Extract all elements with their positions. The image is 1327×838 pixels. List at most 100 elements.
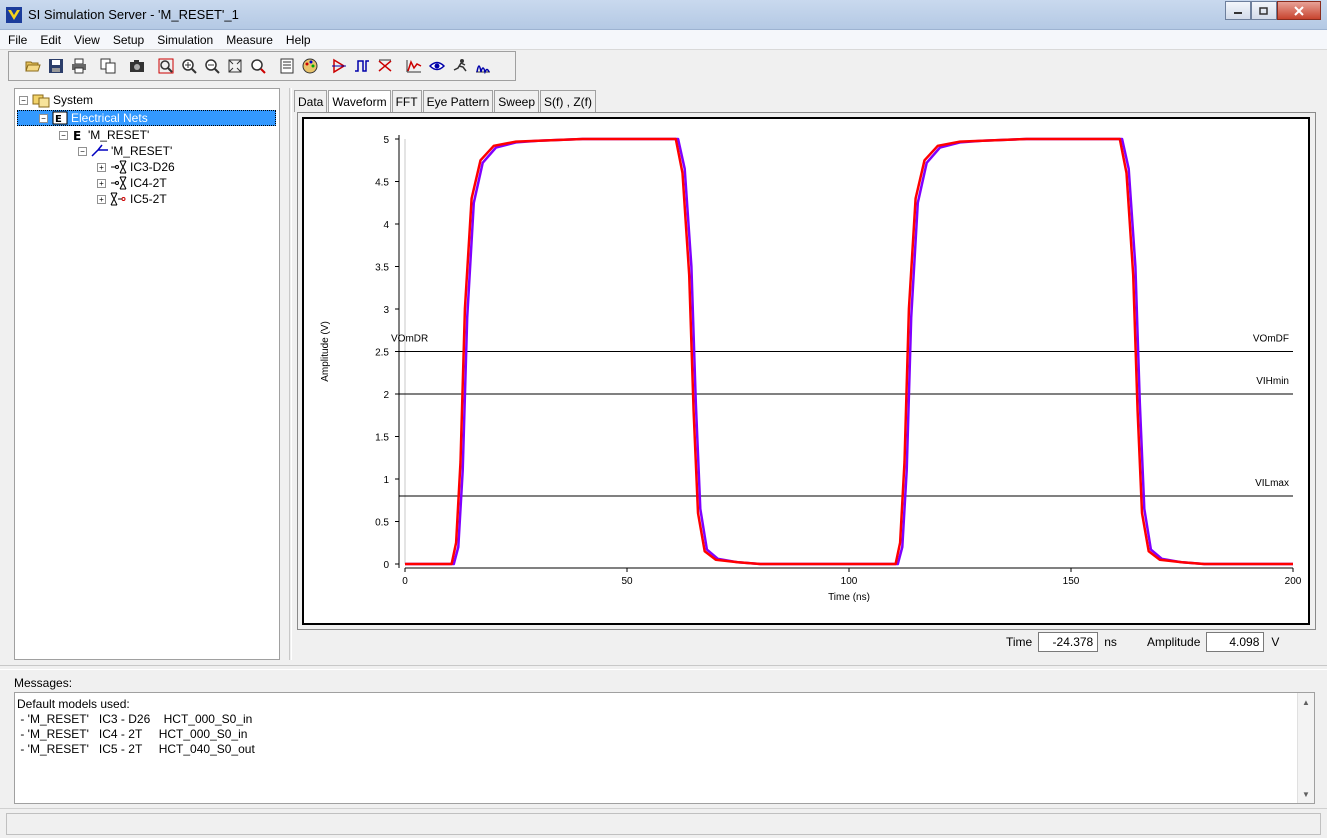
waveform-chart[interactable]: 00.511.522.533.544.550 50 100 150 200Time (n… [304,119,1308,623]
zoom-extents-button[interactable] [223,55,246,77]
zoom-fit-icon [158,58,173,74]
tab-waveform[interactable]: Waveform [328,90,391,112]
expand-icon[interactable]: + [97,178,106,188]
time-readout: Time -24.378 ns [1006,631,1117,653]
scroll-down-icon[interactable]: ▼ [1298,786,1314,802]
electrical-net-icon: E [52,111,68,125]
y-tick-label: 4 [383,220,389,231]
title-bar: SI Simulation Server - 'M_RESET'_1 [0,0,1327,30]
tab-fft[interactable]: FFT [391,90,422,112]
menu-simulation[interactable]: Simulation [157,33,213,47]
net-icon: E [73,129,81,142]
message-line: - 'M_RESET' IC3 - D26 HCT_000_S0_in [17,712,253,726]
close-button[interactable] [1277,1,1321,20]
crosstalk-button[interactable] [373,55,396,77]
horizontal-splitter[interactable] [0,665,1327,670]
signal-button[interactable] [402,55,425,77]
y-tick-label: 3.5 [375,263,389,274]
menu-file[interactable]: File [8,33,27,47]
spectrum-button[interactable] [471,55,494,77]
view-tabs: Data Waveform FFT Eye Pattern Sweep S(f)… [294,90,597,112]
y-tick-label: 2 [383,390,389,401]
tree-item-ic5-2t[interactable]: + IC5-2T [97,191,167,207]
tree-item-ic4-2t[interactable]: + IC4-2T [97,175,167,191]
amplitude-value-field[interactable]: 4.098 [1206,632,1265,652]
time-value-field[interactable]: -24.378 [1038,632,1099,652]
message-line: Default models used: [17,697,130,711]
scroll-up-icon[interactable]: ▲ [1298,694,1314,710]
amplitude-unit: V [1271,635,1280,649]
status-bar [0,808,1327,838]
save-icon [48,59,63,73]
menu-view[interactable]: View [74,33,100,47]
window-title: SI Simulation Server - 'M_RESET'_1 [28,7,239,22]
tree-item-system[interactable]: − System [19,92,93,108]
menu-bar: File Edit View Setup Simulation Measure … [0,30,1327,50]
maximize-button[interactable] [1251,1,1277,20]
tree-item-electrical-nets[interactable]: − E Electrical Nets [39,110,148,126]
threshold-label: VILmax [1255,478,1289,489]
y-axis-label: Amplitude (V) [320,321,331,382]
y-tick-label: 5 [383,135,389,146]
svg-text:E: E [55,114,62,125]
expand-icon[interactable]: + [97,162,106,172]
run-button[interactable] [448,55,471,77]
open-icon [24,61,41,72]
threshold-label: VOmDR [391,334,428,345]
system-folder-icon [32,94,50,108]
zoom-out-button[interactable] [200,55,223,77]
save-button[interactable] [44,55,67,77]
print-icon [71,58,86,74]
minimize-icon [1234,11,1242,14]
waveform-button[interactable] [350,55,373,77]
eye-diagram-button[interactable] [425,55,448,77]
collapse-icon[interactable]: − [59,130,68,140]
sheet-button[interactable] [275,55,298,77]
print-button[interactable] [67,55,90,77]
snapshot-button[interactable] [125,55,148,77]
tab-sf-zf[interactable]: S(f) , Z(f) [540,90,596,112]
y-tick-label: 0 [383,560,389,571]
message-line: - 'M_RESET' IC4 - 2T HCT_000_S0_in [17,727,248,741]
signal-icon [406,60,421,73]
vertical-splitter[interactable] [289,88,292,660]
collapse-icon[interactable]: − [78,146,87,156]
eye-icon [428,61,445,71]
zoom-in-icon [181,59,197,74]
palette-button[interactable] [298,55,321,77]
probe-button[interactable] [327,55,350,77]
messages-scrollbar[interactable]: ▲ ▼ [1297,693,1314,803]
x-axis-label: Time (ns) [828,592,870,603]
menu-setup[interactable]: Setup [113,33,144,47]
zoom-fit-button[interactable] [154,55,177,77]
camera-icon [129,60,144,72]
menu-measure[interactable]: Measure [226,33,273,47]
tab-eye-pattern[interactable]: Eye Pattern [422,90,494,112]
close-icon [1294,5,1304,16]
menu-edit[interactable]: Edit [40,33,61,47]
zoom-in-button[interactable] [177,55,200,77]
time-label: Time [1006,635,1033,649]
collapse-icon[interactable]: − [39,113,48,123]
svg-text:E: E [73,129,81,142]
menu-help[interactable]: Help [286,33,311,47]
component-icon [110,192,126,206]
x-tick-label: 100 [841,576,858,587]
zoom-area-button[interactable] [246,55,269,77]
messages-pane[interactable]: Default models used: - 'M_RESET' IC3 - D… [14,692,1315,804]
minimize-button[interactable] [1225,1,1251,20]
tree-item-ic3-d26[interactable]: + IC3-D26 [97,159,175,175]
x-tick-label: 200 [1285,576,1302,587]
message-line: - 'M_RESET' IC5 - 2T HCT_040_S0_out [17,742,255,756]
open-button[interactable] [21,55,44,77]
expand-icon[interactable]: + [97,194,106,204]
tree-item-subnet-m-reset[interactable]: − 'M_RESET' [78,143,172,159]
tab-sweep[interactable]: Sweep [494,90,539,112]
collapse-icon[interactable]: − [19,95,28,105]
waveform-icon [354,60,369,72]
status-pane [6,813,1321,835]
tab-data[interactable]: Data [294,90,328,112]
tree-item-net-m-reset[interactable]: − E 'M_RESET' [59,127,149,143]
waveform-plot[interactable]: 0 0.5 1 1.5 2 2.5 3 3.5 4 4.5 5 0 50 100 150 200 Time (n… [302,117,1310,625]
copy-button[interactable] [96,55,119,77]
